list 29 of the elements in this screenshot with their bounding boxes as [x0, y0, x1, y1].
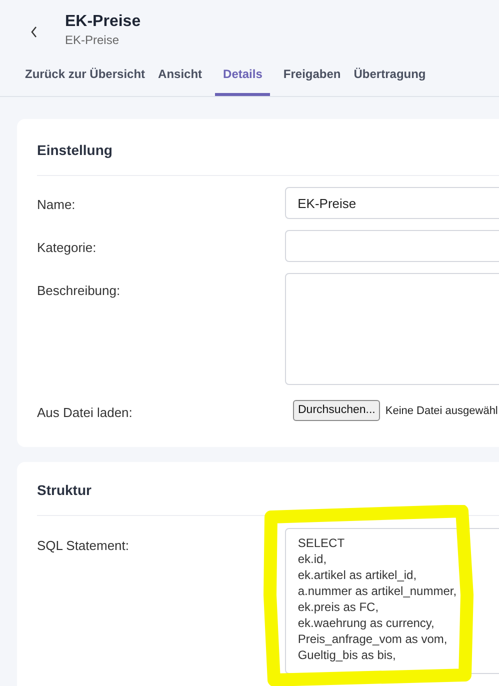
tab[interactable]: Übertragung	[354, 65, 426, 96]
sql-line: ek.artikel as artikel_id,	[298, 566, 418, 582]
sql-line: ek.preis as FC,	[298, 598, 380, 614]
text-input-field[interactable]	[284, 230, 499, 262]
browse-button[interactable]: Durchsuchen...	[293, 400, 380, 422]
tab[interactable]: Freigaben	[283, 65, 341, 96]
textarea-field[interactable]	[284, 273, 499, 385]
tab[interactable]: Zurück zur Übersicht	[25, 65, 146, 96]
page-subtitle: EK-Preise	[65, 32, 120, 48]
section-title: Einstellung	[37, 141, 114, 160]
field-label: Aus Datei laden:	[37, 404, 134, 422]
back-chevron-icon[interactable]	[30, 26, 38, 38]
sql-line: Preis_anfrage_vom as vom,	[298, 630, 448, 646]
sql-line: ek.id,	[298, 550, 328, 566]
field-label: Name:	[37, 196, 76, 214]
section-title: Struktur	[37, 480, 92, 500]
page-title: EK-Preise	[65, 12, 141, 32]
text-input-field[interactable]: EK-Preise	[284, 187, 499, 219]
sql-line: Gueltig_bis as bis,	[298, 646, 397, 662]
sql-textarea-field[interactable]: SELECT ek.id, ek.artikel as artikel_id, a.nummer as artikel_nummer, ek.preis as FC, ek.waehrung as currency, Preis_anfrage_vom as vom, Gueltig_bis as bis,	[284, 528, 499, 674]
sql-line: SELECT	[298, 534, 346, 550]
field-label: SQL Statement:	[37, 536, 130, 554]
field-label: Beschreibung:	[37, 282, 122, 300]
file-status-text: Keine Datei ausgewähl	[385, 404, 498, 418]
sql-line: a.nummer as artikel_nummer,	[298, 582, 458, 598]
field-label: Kategorie:	[37, 239, 98, 257]
tab[interactable]: Details	[215, 65, 270, 96]
sql-line: ek.waehrung as currency,	[298, 614, 436, 630]
tab[interactable]: Ansicht	[158, 65, 202, 96]
